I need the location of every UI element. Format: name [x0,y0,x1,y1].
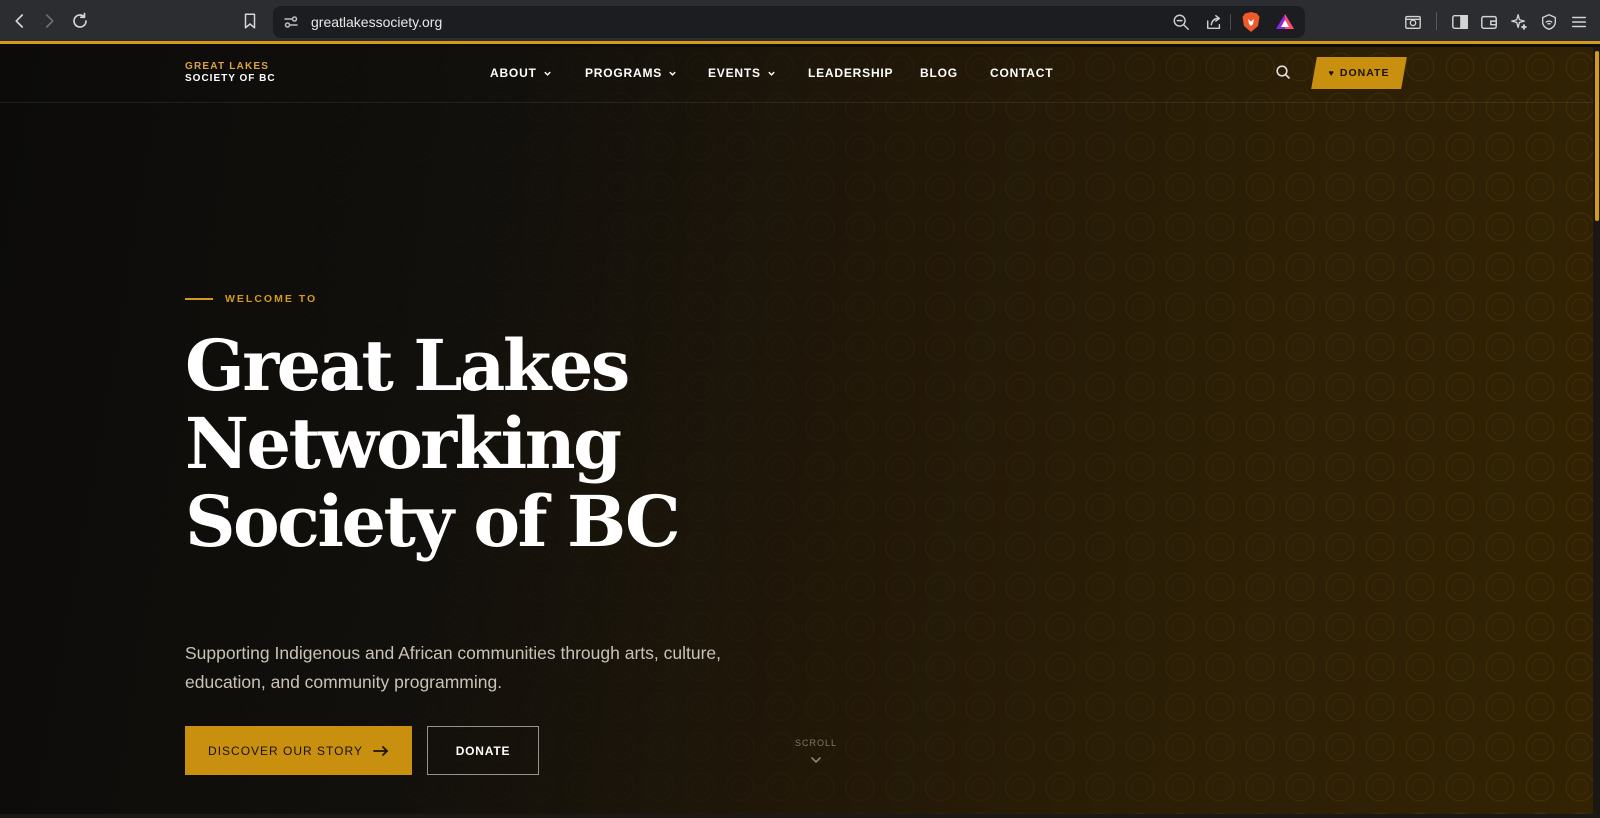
site-settings-icon[interactable] [283,14,299,30]
sidebar-icon[interactable] [1450,12,1470,32]
hero-subtitle: Supporting Indigenous and African commun… [185,643,722,692]
menu-icon[interactable] [1569,12,1589,32]
site-logo[interactable]: GREAT LAKES SOCIETY OF BC [185,61,276,85]
chevron-down-icon [811,757,821,764]
screenshot-icon[interactable] [1403,12,1423,32]
url-separator [1230,14,1231,30]
chevron-down-icon [768,71,775,76]
reload-icon[interactable] [68,9,92,33]
logo-line-1[interactable]: GREAT LAKES [185,61,276,73]
logo-line-2[interactable]: SOCIETY OF BC [185,73,276,85]
menu-item-label: ABOUT [490,66,537,80]
vpn-icon[interactable] [1539,12,1559,32]
site-header: GREAT LAKES SOCIETY OF BC ABOUT PROGRAMS… [0,47,1600,103]
forward-icon[interactable] [37,9,61,33]
menu-item-label: BLOG [920,66,958,80]
discover-label: DISCOVER OUR STORY [208,743,363,758]
brave-rewards-icon[interactable] [1275,12,1295,34]
share-icon[interactable] [1204,12,1224,32]
hero-eyebrow: WELCOME TO [185,293,317,305]
scrollbar-thumb[interactable] [1595,51,1599,221]
hero-title-line-1: Great Lakes [185,324,630,407]
url-text[interactable]: greatlakessociety.org [311,14,442,30]
menu-item-label: PROGRAMS [585,66,663,80]
toolbar-separator [1436,12,1437,30]
web-page: GREAT LAKES SOCIETY OF BC ABOUT PROGRAMS… [0,47,1600,818]
hero-section: WELCOME TO Great Lakes Networking Societ… [185,293,721,775]
eyebrow-line [185,298,213,300]
hero-title: Great Lakes Networking Society of BC [185,327,805,561]
leo-ai-icon[interactable] [1509,12,1529,32]
browser-toolbar: greatlakessociety.org [0,0,1600,44]
address-bar[interactable]: greatlakessociety.org [273,6,1305,38]
scroll-indicator[interactable]: SCROLL [790,738,842,771]
arrow-right-icon [373,745,388,756]
hero-donate-label: DONATE [455,743,511,758]
hero-donate-button[interactable]: DONATE [427,726,539,775]
header-donate-button[interactable]: ♥ DONATE [1314,57,1404,89]
hero-title-line-3: Society of BC [185,480,681,563]
search-icon[interactable] [1275,64,1291,80]
chevron-down-icon [543,71,551,76]
zoom-out-icon[interactable] [1171,12,1191,32]
menu-item-about[interactable]: ABOUT [490,66,552,80]
header-donate-label: DONATE [1339,67,1390,79]
brave-shields-icon[interactable] [1241,11,1261,33]
menu-item-contact[interactable]: CONTACT [990,66,1053,80]
heart-icon: ♥ [1328,68,1335,78]
wallet-icon[interactable] [1479,12,1499,32]
section-divider [0,814,1600,818]
chevron-down-icon [669,71,676,76]
eyebrow-text: WELCOME TO [225,293,318,305]
hero-title-line-2: Networking [185,402,622,485]
back-icon[interactable] [8,9,32,33]
menu-item-label: EVENTS [708,66,761,80]
menu-item-label: LEADERSHIP [808,66,894,80]
menu-item-programs[interactable]: PROGRAMS [585,66,677,80]
discover-our-story-button[interactable]: DISCOVER OUR STORY [185,726,412,775]
scroll-label: SCROLL [794,738,837,748]
menu-item-events[interactable]: EVENTS [708,66,776,80]
bookmark-icon[interactable] [238,9,262,33]
menu-item-label: CONTACT [990,66,1054,80]
menu-item-blog[interactable]: BLOG [920,66,958,80]
menu-item-leadership[interactable]: LEADERSHIP [808,66,893,80]
